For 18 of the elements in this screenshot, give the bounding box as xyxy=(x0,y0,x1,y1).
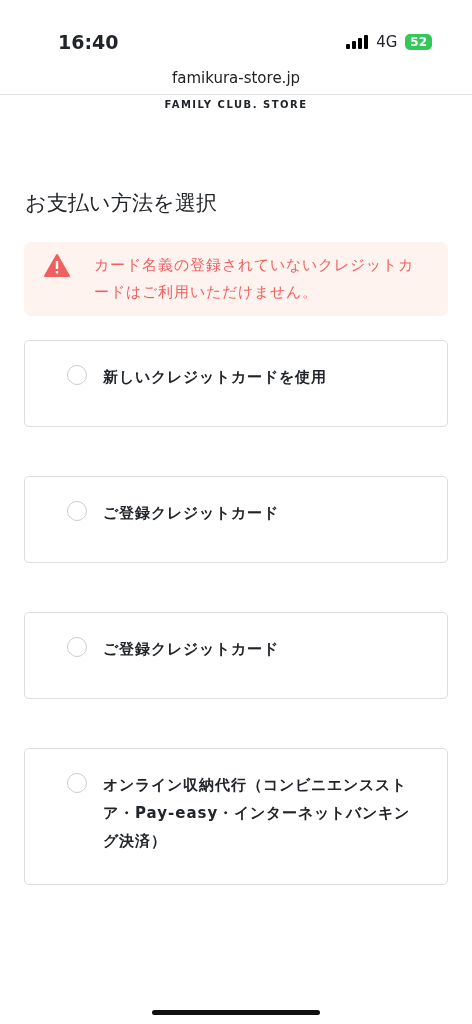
signal-icon xyxy=(346,35,369,49)
option-label: 新しいクレジットカードを使用 xyxy=(103,366,327,388)
network-label: 4G xyxy=(376,31,398,53)
payment-option[interactable]: 新しいクレジットカードを使用 xyxy=(24,339,448,427)
option-label: オンライン収納代行（コンビニエンスストア・Pay-easy・インターネットバンキング決済） xyxy=(103,774,412,852)
site-logo[interactable]: FAMILY CLUB. STORE xyxy=(0,94,472,112)
option-label: ご登録クレジットカード xyxy=(103,502,279,524)
alert-message: カード名義の登録されていないクレジットカードはご利用いただけません。 xyxy=(94,254,415,303)
option-label: ご登録クレジットカード xyxy=(103,638,279,660)
payment-option[interactable]: ご登録クレジットカード xyxy=(24,611,448,699)
payment-option[interactable]: ご登録クレジットカード xyxy=(24,475,448,563)
battery-level: 52 xyxy=(405,34,432,50)
page-title: お支払い方法を選択 xyxy=(25,190,218,217)
home-indicator[interactable] xyxy=(152,1010,320,1015)
warning-icon xyxy=(44,253,70,277)
url-text[interactable]: famikura-store.jp xyxy=(0,64,472,94)
payment-option[interactable]: オンライン収納代行（コンビニエンスストア・Pay-easy・インターネットバンキング決済） xyxy=(24,747,448,885)
clock-time: 16:40 xyxy=(58,29,119,55)
